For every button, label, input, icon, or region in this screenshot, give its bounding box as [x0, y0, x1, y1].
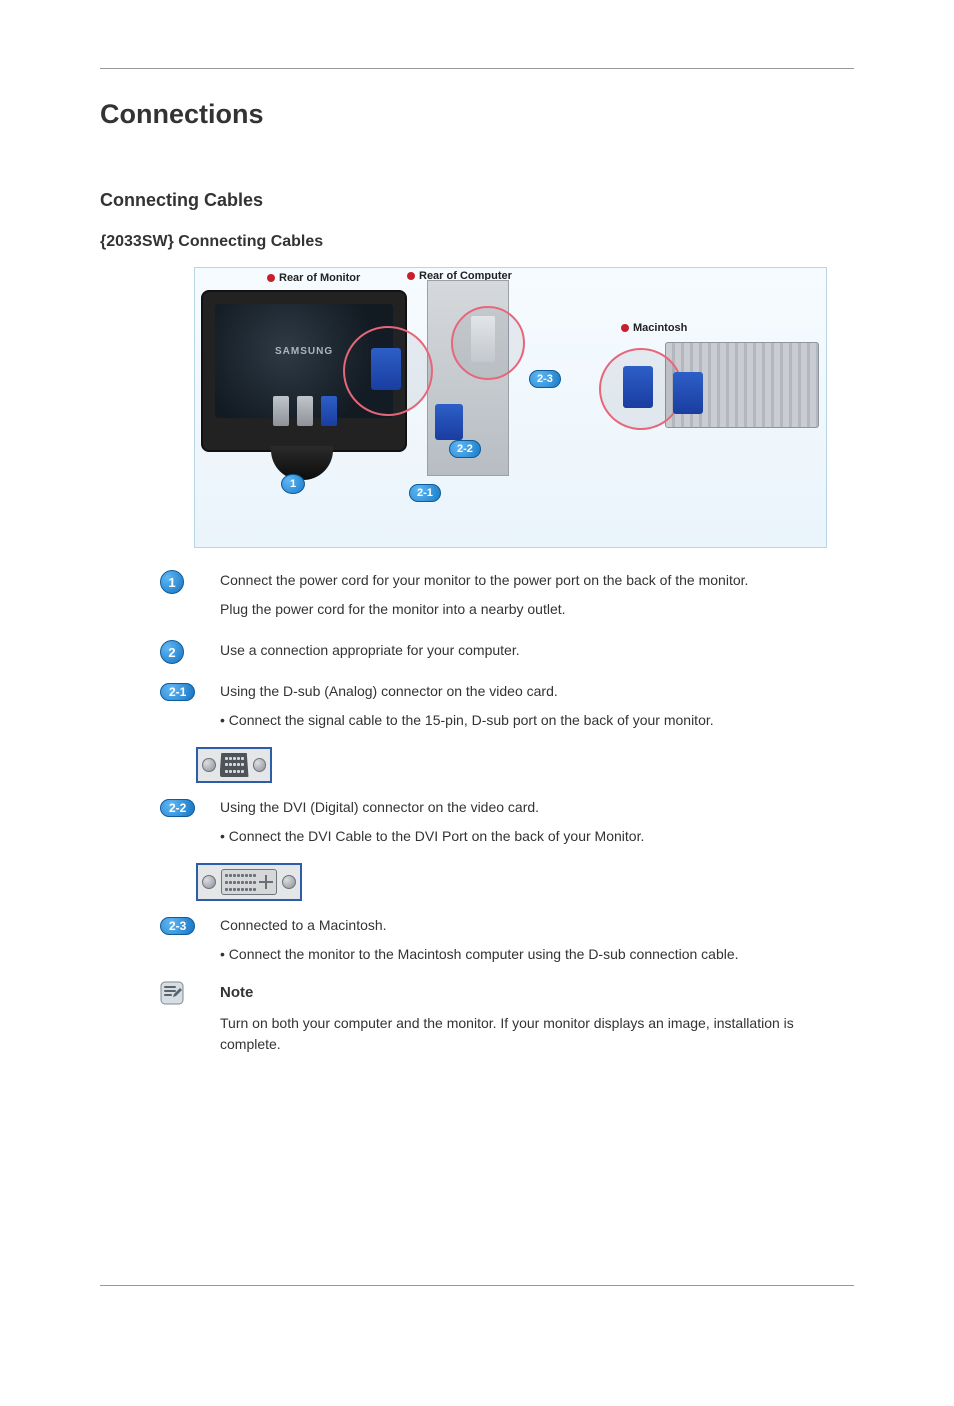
cable-plug-icon — [321, 396, 337, 426]
vga-connector-icon — [371, 348, 401, 390]
step-2: 2 Use a connection appropriate for your … — [160, 640, 854, 673]
step-1: 1 Connect the power cord for your monito… — [160, 570, 854, 632]
callout-macintosh: Macintosh — [621, 322, 687, 334]
step-bubble-2-3: 2-3 — [529, 370, 561, 388]
bullet-icon — [407, 272, 415, 280]
subsection-title: {2033SW} Connecting Cables — [100, 233, 854, 251]
step-2-1-text-2: • Connect the signal cable to the 15-pin… — [220, 710, 854, 731]
step-1-text-2: Plug the power cord for the monitor into… — [220, 599, 854, 620]
dvi-port-icon — [196, 863, 302, 901]
callout-text: Macintosh — [633, 322, 687, 334]
monitor-stand-icon — [271, 446, 333, 480]
step-number-2-2-icon: 2-2 — [160, 799, 195, 817]
step-2-3-text-2: • Connect the monitor to the Macintosh c… — [220, 944, 854, 965]
step-number-2-1-icon: 2-1 — [160, 683, 195, 701]
step-bubble-2-1: 2-1 — [409, 484, 441, 502]
vga-port-figure — [196, 747, 854, 783]
note-icon — [160, 981, 184, 1005]
callout-rear-monitor: Rear of Monitor — [267, 272, 360, 284]
callout-text: Rear of Monitor — [279, 272, 360, 284]
step-2-2: 2-2 Using the DVI (Digital) connector on… — [160, 797, 854, 855]
bullet-icon — [267, 274, 275, 282]
cable-plug-icon — [273, 396, 289, 426]
step-1-text-1: Connect the power cord for your monitor … — [220, 570, 854, 591]
section-title: Connecting Cables — [100, 190, 854, 211]
step-bubble-1: 1 — [281, 474, 305, 494]
top-rule — [100, 68, 854, 69]
step-2-1-text-1: Using the D-sub (Analog) connector on th… — [220, 681, 854, 702]
screw-icon — [202, 758, 216, 772]
step-2-2-text-2: • Connect the DVI Cable to the DVI Port … — [220, 826, 854, 847]
dvi-port-figure — [196, 863, 854, 901]
vga-connector-icon — [435, 404, 463, 440]
cable-plug-icon — [297, 396, 313, 426]
screw-icon — [253, 758, 267, 772]
step-number-2-icon: 2 — [160, 640, 184, 664]
dvi-blade-icon — [259, 875, 273, 889]
step-2-3: 2-3 Connected to a Macintosh. • Connect … — [160, 915, 854, 973]
note-header: Note — [160, 981, 854, 1005]
bullet-icon — [621, 324, 629, 332]
samsung-logo: SAMSUNG — [275, 346, 333, 357]
chapter-title: Connections — [100, 99, 854, 130]
vga-connector-icon — [623, 366, 653, 408]
vga-connector-icon — [673, 372, 703, 414]
note-body: Turn on both your computer and the monit… — [220, 1013, 854, 1055]
connection-diagram: Rear of Monitor Rear of Computer Macinto… — [194, 267, 827, 548]
step-number-2-3-icon: 2-3 — [160, 917, 195, 935]
screw-icon — [282, 875, 296, 889]
step-2-2-text-1: Using the DVI (Digital) connector on the… — [220, 797, 854, 818]
dvi-connector-icon — [471, 316, 495, 362]
step-bubble-2-2: 2-2 — [449, 440, 481, 458]
step-number-1-icon: 1 — [160, 570, 184, 594]
step-2-3-text-1: Connected to a Macintosh. — [220, 915, 854, 936]
dvi-pin-array-icon — [225, 872, 256, 892]
vga-pin-array-icon — [220, 753, 249, 777]
bottom-rule — [100, 1285, 854, 1286]
step-2-1: 2-1 Using the D-sub (Analog) connector o… — [160, 681, 854, 739]
vga-port-icon — [196, 747, 272, 783]
note-label: Note — [220, 981, 253, 1001]
step-2-text: Use a connection appropriate for your co… — [220, 640, 854, 661]
screw-icon — [202, 875, 216, 889]
